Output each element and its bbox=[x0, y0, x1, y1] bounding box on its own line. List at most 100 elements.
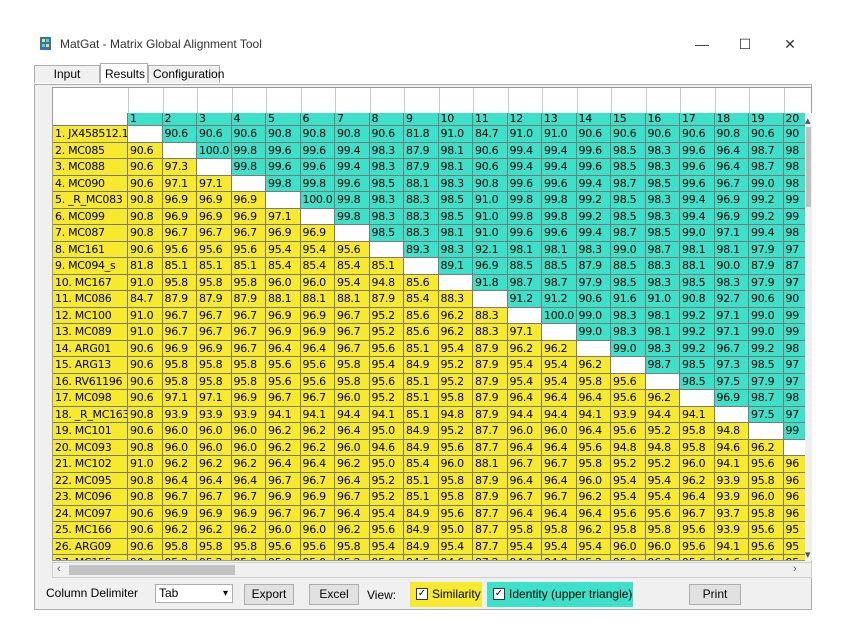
grid-line bbox=[576, 88, 578, 115]
excel-button[interactable]: Excel bbox=[309, 584, 359, 605]
matrix-cell: 95.6 bbox=[162, 241, 197, 258]
matrix-cell: 95.4 bbox=[438, 538, 473, 555]
matrix-cell bbox=[404, 258, 439, 275]
matrix-cell: 99.2 bbox=[749, 340, 784, 357]
matrix-cell: 95.8 bbox=[335, 357, 370, 374]
matrix-cell: 96.4 bbox=[576, 505, 611, 522]
matrix-cell: 94.8 bbox=[611, 439, 646, 456]
matrix-cell: 96.4 bbox=[231, 472, 266, 489]
tab-configuration[interactable]: Configuration bbox=[148, 65, 224, 83]
matrix-cell: 95.8 bbox=[335, 373, 370, 390]
alignment-matrix[interactable]: 1 2 3 4 5 6 7 8 9 10 11 12 13 14 15 16 17 18 19 20 1. JX4585… bbox=[52, 87, 812, 561]
row-label: 6. MC099 bbox=[53, 208, 128, 225]
matrix-cell: 90.6 bbox=[576, 291, 611, 308]
matrix-cell: 95.4 bbox=[369, 357, 404, 374]
matrix-cell: 96.9 bbox=[266, 489, 301, 506]
scroll-down-icon[interactable]: ▾ bbox=[805, 548, 811, 561]
matrix-cell: 99.6 bbox=[300, 142, 335, 159]
matrix-cell: 98.5 bbox=[611, 159, 646, 176]
matrix-cell: 96.9 bbox=[231, 208, 266, 225]
row-label: 7. MC087 bbox=[53, 225, 128, 242]
scroll-right-icon[interactable]: › bbox=[793, 563, 797, 575]
matrix-cell: 99.4 bbox=[335, 142, 370, 159]
matrix-cell: 98.5 bbox=[749, 357, 784, 374]
matrix-cell: 85.6 bbox=[404, 324, 439, 341]
matrix-cell: 98.5 bbox=[369, 225, 404, 242]
maximize-button[interactable]: ☐ bbox=[722, 30, 768, 58]
matrix-cell: 95.6 bbox=[266, 357, 301, 374]
matrix-cell: 95.8 bbox=[438, 489, 473, 506]
title-bar: MatGat - Matrix Global Alignment Tool — … bbox=[0, 0, 845, 60]
matrix-cell: 96.0 bbox=[611, 538, 646, 555]
matrix-cell: 99.4 bbox=[680, 192, 715, 209]
matrix-cell: 85.6 bbox=[404, 307, 439, 324]
matrix-cell: 99.8 bbox=[542, 208, 577, 225]
matrix-cell bbox=[438, 274, 473, 291]
matrix-cell: 85.1 bbox=[404, 373, 439, 390]
matrix-cell: 95.0 bbox=[300, 555, 335, 560]
matrix-cell: 95.0 bbox=[611, 555, 646, 560]
matrix-cell: 85.1 bbox=[404, 489, 439, 506]
matrix-cell: 90.6 bbox=[611, 126, 646, 143]
row-label: 19. MC101 bbox=[53, 423, 128, 440]
tab-input-panel[interactable]: Input Panel bbox=[34, 65, 100, 98]
matrix-cell: 90.8 bbox=[128, 472, 163, 489]
delimiter-select[interactable]: Tab ▾ bbox=[155, 584, 233, 603]
matrix-cell: 88.3 bbox=[404, 192, 439, 209]
matrix-cell: 90.6 bbox=[128, 538, 163, 555]
row-label: 10. MC167 bbox=[53, 274, 128, 291]
grid-line bbox=[231, 88, 233, 115]
matrix-cell: 99.8 bbox=[335, 192, 370, 209]
matrix-cell: 95.4 bbox=[645, 472, 680, 489]
matrix-cell: 98.3 bbox=[645, 208, 680, 225]
identity-checkbox[interactable]: ✓ Identity (upper triangle) bbox=[487, 582, 633, 607]
matrix-cell: 95.8 bbox=[197, 274, 232, 291]
export-button[interactable]: Export bbox=[244, 584, 294, 605]
close-button[interactable]: ✕ bbox=[767, 30, 813, 58]
scroll-up-icon[interactable]: ▴ bbox=[805, 114, 811, 127]
matrix-cell: 96.0 bbox=[197, 439, 232, 456]
matrix-cell: 95.6 bbox=[197, 241, 232, 258]
matrix-cell: 97.9 bbox=[749, 241, 784, 258]
column-header: 15 bbox=[611, 113, 646, 126]
matrix-cell: 88.1 bbox=[473, 456, 508, 473]
matrix-cell: 96.7 bbox=[680, 505, 715, 522]
matrix-cell: 98.7 bbox=[749, 142, 784, 159]
horizontal-scrollbar[interactable]: ‹ › bbox=[52, 562, 812, 578]
matrix-cell: 96.2 bbox=[300, 439, 335, 456]
matrix-cell: 96.0 bbox=[266, 274, 301, 291]
matrix-cell: 88.3 bbox=[645, 258, 680, 275]
matrix-cell: 97.1 bbox=[162, 175, 197, 192]
horizontal-scroll-thumb[interactable] bbox=[69, 565, 235, 575]
matrix-cell: 94.4 bbox=[335, 406, 370, 423]
matrix-cell: 96.7 bbox=[162, 324, 197, 341]
matrix-cell: 96.2 bbox=[162, 522, 197, 539]
matrix-cell: 87.9 bbox=[473, 357, 508, 374]
matrix-cell: 100.0 bbox=[542, 307, 577, 324]
scroll-left-icon[interactable]: ‹ bbox=[57, 563, 61, 575]
matrix-cell: 98.1 bbox=[645, 307, 680, 324]
matrix-cell bbox=[576, 340, 611, 357]
matrix-cell: 96.2 bbox=[576, 522, 611, 539]
matrix-cell: 99.4 bbox=[576, 225, 611, 242]
matrix-cell: 95.6 bbox=[438, 439, 473, 456]
matrix-cell: 95.8 bbox=[542, 522, 577, 539]
minimize-button[interactable]: — bbox=[679, 30, 725, 58]
matrix-cell: 94.8 bbox=[645, 439, 680, 456]
grid-line bbox=[404, 88, 405, 115]
matrix-cell: 96.9 bbox=[197, 340, 232, 357]
vertical-scrollbar[interactable] bbox=[805, 113, 812, 561]
matrix-cell bbox=[645, 373, 680, 390]
matrix-cell: 90.6 bbox=[128, 522, 163, 539]
matrix-cell bbox=[128, 126, 163, 143]
matrix-cell: 84.9 bbox=[404, 439, 439, 456]
matrix-cell: 96.7 bbox=[197, 307, 232, 324]
vertical-scroll-thumb[interactable] bbox=[806, 127, 811, 207]
matrix-cell: 91.0 bbox=[128, 274, 163, 291]
matrix-cell: 90.0 bbox=[714, 258, 749, 275]
print-button[interactable]: Print bbox=[689, 584, 741, 605]
matrix-cell: 98.3 bbox=[438, 175, 473, 192]
column-header: 3 bbox=[197, 113, 232, 126]
tab-results[interactable]: Results bbox=[100, 63, 148, 83]
similarity-checkbox[interactable]: ✓ Similarity bbox=[410, 582, 482, 607]
